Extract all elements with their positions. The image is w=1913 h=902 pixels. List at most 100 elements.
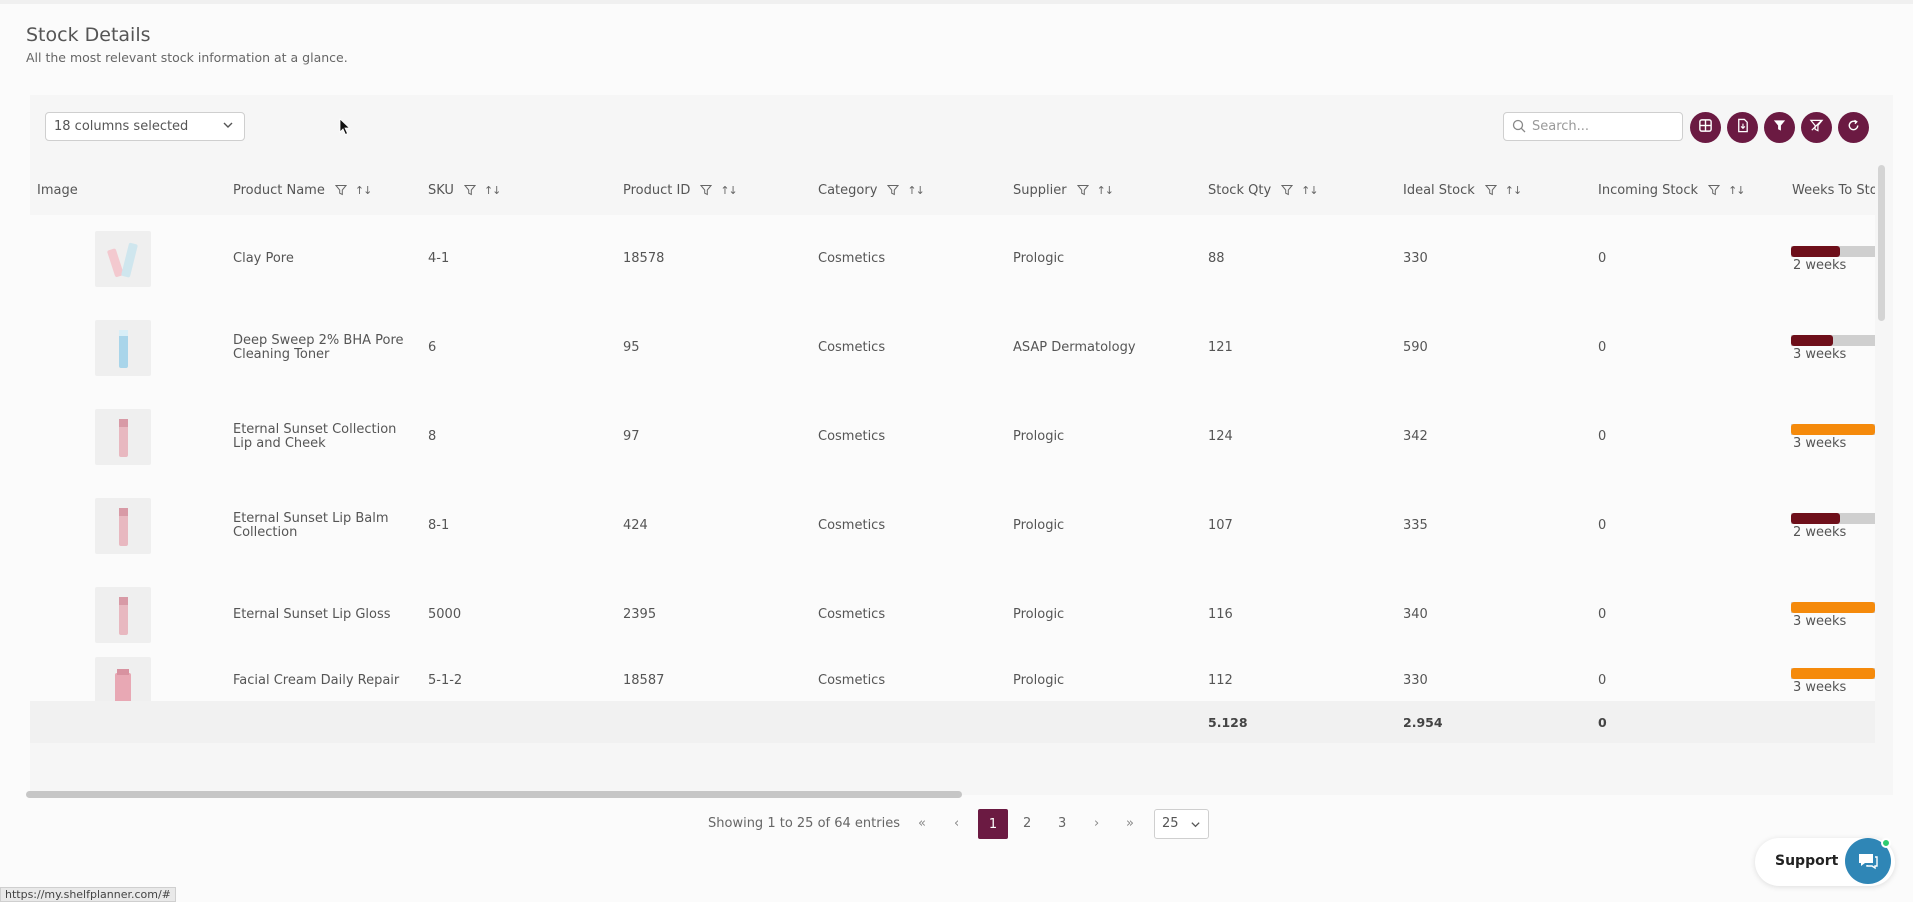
search-input[interactable]: Search... bbox=[1503, 112, 1683, 141]
product-image bbox=[95, 320, 151, 376]
page-subtitle: All the most relevant stock information … bbox=[26, 50, 348, 65]
support-label: Support bbox=[1775, 853, 1839, 869]
incoming-stock: 0 bbox=[1598, 429, 1607, 444]
top-border bbox=[0, 0, 1913, 4]
column-header-stock-qty[interactable]: Stock Qty ↑↓ bbox=[1208, 165, 1319, 215]
weeks-progress-bar bbox=[1791, 513, 1875, 524]
data-grid: Image Product Name ↑↓ SKU ↑↓ Product ID … bbox=[30, 165, 1875, 743]
support-widget[interactable]: Support bbox=[1755, 838, 1895, 886]
sort-icon[interactable]: ↑↓ bbox=[1097, 184, 1114, 197]
pagination-info: Showing 1 to 25 of 64 entries bbox=[708, 816, 900, 831]
page-1-button[interactable]: 1 bbox=[978, 809, 1008, 839]
export-file-button[interactable] bbox=[1727, 112, 1758, 143]
column-filter-icon[interactable] bbox=[1281, 184, 1294, 196]
product-name: Eternal Sunset Collection Lip and Cheek bbox=[233, 422, 397, 451]
refresh-button[interactable] bbox=[1838, 112, 1869, 143]
column-header-category[interactable]: Category ↑↓ bbox=[818, 165, 925, 215]
filter-icon bbox=[1772, 118, 1787, 137]
table-row[interactable]: Clay Pore 4-1 18578 Cosmetics Prologic 8… bbox=[30, 215, 1875, 303]
sort-icon[interactable]: ↑↓ bbox=[1301, 184, 1318, 197]
sort-icon[interactable]: ↑↓ bbox=[355, 184, 372, 197]
stock-qty: 88 bbox=[1208, 251, 1225, 266]
total-incoming-stock: 0 bbox=[1598, 714, 1607, 730]
page-3-button[interactable]: 3 bbox=[1058, 816, 1066, 831]
online-status-dot bbox=[1881, 838, 1891, 848]
weeks-progress-bar bbox=[1791, 246, 1875, 257]
sort-icon[interactable]: ↑↓ bbox=[907, 184, 924, 197]
sort-icon[interactable]: ↑↓ bbox=[720, 184, 737, 197]
column-filter-icon[interactable] bbox=[887, 184, 900, 196]
sort-icon[interactable]: ↑↓ bbox=[1728, 184, 1745, 197]
table-row[interactable]: Eternal Sunset Collection Lip and Cheek … bbox=[30, 393, 1875, 481]
weeks-progress-bar bbox=[1791, 602, 1875, 613]
sku: 6 bbox=[428, 340, 437, 355]
vertical-scrollbar[interactable] bbox=[1878, 165, 1885, 321]
sku: 4-1 bbox=[428, 251, 450, 266]
refresh-icon bbox=[1846, 118, 1861, 137]
page-2-button[interactable]: 2 bbox=[1023, 816, 1031, 831]
column-filter-icon[interactable] bbox=[1484, 184, 1497, 196]
ideal-stock: 342 bbox=[1403, 429, 1428, 444]
table-toolbar: 18 columns selected Search... bbox=[30, 95, 1893, 165]
column-header-product-name[interactable]: Product Name ↑↓ bbox=[233, 165, 372, 215]
stock-qty: 107 bbox=[1208, 518, 1233, 533]
first-page-button[interactable]: « bbox=[918, 816, 926, 831]
total-stock-qty: 5.128 bbox=[1208, 714, 1248, 730]
sort-icon[interactable]: ↑↓ bbox=[1505, 184, 1522, 197]
column-header-supplier[interactable]: Supplier ↑↓ bbox=[1013, 165, 1114, 215]
column-header-image: Image bbox=[37, 182, 78, 198]
weeks-progress-fill bbox=[1791, 335, 1833, 346]
product-id: 95 bbox=[623, 340, 640, 355]
category: Cosmetics bbox=[818, 251, 886, 266]
columns-select[interactable]: 18 columns selected bbox=[45, 112, 245, 141]
incoming-stock: 0 bbox=[1598, 340, 1607, 355]
product-image bbox=[95, 409, 151, 465]
supplier: Prologic bbox=[1013, 429, 1065, 444]
grid-view-button[interactable] bbox=[1690, 112, 1721, 143]
table-row[interactable]: Eternal Sunset Lip Balm Collection 8-1 4… bbox=[30, 482, 1875, 570]
weeks-label: 3 weeks bbox=[1793, 436, 1847, 451]
last-page-button[interactable]: » bbox=[1126, 816, 1134, 831]
column-header-product-id[interactable]: Product ID ↑↓ bbox=[623, 165, 738, 215]
ideal-stock: 590 bbox=[1403, 340, 1428, 355]
product-image bbox=[95, 231, 151, 287]
supplier: ASAP Dermatology bbox=[1013, 340, 1136, 355]
pagination: Showing 1 to 25 of 64 entries « ‹ 1 2 3 … bbox=[0, 809, 1913, 841]
grid-view-icon bbox=[1698, 118, 1713, 137]
prev-page-button[interactable]: ‹ bbox=[954, 816, 959, 831]
column-header-sku[interactable]: SKU ↑↓ bbox=[428, 165, 501, 215]
incoming-stock: 0 bbox=[1598, 518, 1607, 533]
sort-icon[interactable]: ↑↓ bbox=[484, 184, 501, 197]
column-header-weeks-to-stock[interactable]: Weeks To Sto bbox=[1792, 165, 1875, 215]
column-filter-icon[interactable] bbox=[1708, 184, 1721, 196]
weeks-label: 2 weeks bbox=[1793, 525, 1847, 540]
chevron-down-icon bbox=[1191, 822, 1200, 828]
weeks-progress-fill bbox=[1791, 668, 1875, 679]
column-filter-icon[interactable] bbox=[700, 184, 713, 196]
column-header-incoming-stock[interactable]: Incoming Stock ↑↓ bbox=[1598, 165, 1746, 215]
weeks-progress-fill bbox=[1791, 602, 1875, 613]
horizontal-scrollbar[interactable] bbox=[26, 791, 1876, 798]
filter-button[interactable] bbox=[1764, 112, 1795, 143]
product-name: Clay Pore bbox=[233, 251, 294, 266]
column-header-ideal-stock[interactable]: Ideal Stock ↑↓ bbox=[1403, 165, 1522, 215]
column-filter-icon[interactable] bbox=[1076, 184, 1089, 196]
horizontal-scrollbar-thumb[interactable] bbox=[26, 791, 962, 798]
product-id: 424 bbox=[623, 518, 648, 533]
column-filter-icon[interactable] bbox=[463, 184, 476, 196]
next-page-button[interactable]: › bbox=[1094, 816, 1099, 831]
export-file-icon bbox=[1735, 118, 1750, 137]
incoming-stock: 0 bbox=[1598, 251, 1607, 266]
table-row[interactable]: Facial Cream Daily Repair 5-1-2 18587 Co… bbox=[30, 657, 1875, 713]
table-header: Image Product Name ↑↓ SKU ↑↓ Product ID … bbox=[30, 165, 1875, 215]
page-size-select[interactable]: 25 bbox=[1154, 809, 1209, 839]
column-filter-icon[interactable] bbox=[334, 184, 347, 196]
weeks-label: 2 weeks bbox=[1793, 258, 1847, 273]
product-name: Eternal Sunset Lip Balm Collection bbox=[233, 511, 389, 540]
table-row[interactable]: Deep Sweep 2% BHA Pore Cleaning Toner 6 … bbox=[30, 304, 1875, 392]
clear-filter-button[interactable] bbox=[1801, 112, 1832, 143]
weeks-progress-bar bbox=[1791, 668, 1875, 679]
totals-row: 5.128 2.954 0 bbox=[30, 701, 1875, 743]
total-ideal-stock: 2.954 bbox=[1403, 714, 1443, 730]
product-id: 18578 bbox=[623, 251, 665, 266]
